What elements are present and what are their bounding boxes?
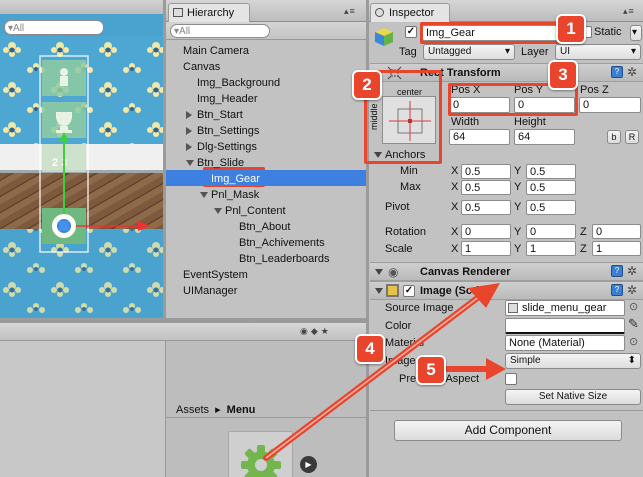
hierarchy-item[interactable]: Main Camera <box>183 44 249 58</box>
collapsed-arrow-icon[interactable] <box>186 111 192 119</box>
hierarchy-item[interactable]: Canvas <box>183 60 220 74</box>
hierarchy-item[interactable]: Img_Gear <box>211 172 260 186</box>
hierarchy-item[interactable]: Img_Background <box>197 76 280 90</box>
hierarchy-item[interactable]: Pnl_Mask <box>211 188 259 202</box>
collapsed-arrow-icon[interactable] <box>186 127 192 135</box>
collapsed-arrow-icon[interactable] <box>186 143 192 151</box>
hierarchy-item[interactable]: Btn_About <box>239 220 290 234</box>
hierarchy-item[interactable]: Btn_Slide <box>197 156 244 170</box>
expanded-arrow-icon[interactable] <box>200 192 208 198</box>
callout-badge-5: 5 <box>416 355 446 385</box>
hierarchy-item[interactable]: EventSystem <box>183 268 248 282</box>
callout-badge-4: 4 <box>355 334 385 364</box>
hierarchy-item[interactable]: UIManager <box>183 284 237 298</box>
callout-badge-2: 2 <box>352 70 382 100</box>
expanded-arrow-icon[interactable] <box>186 160 194 166</box>
hierarchy-item[interactable]: Btn_Achivements <box>239 236 325 250</box>
expanded-arrow-icon[interactable] <box>214 208 222 214</box>
selection-highlight <box>166 170 366 186</box>
hierarchy-item[interactable]: Dlg-Settings <box>197 140 257 154</box>
hierarchy-item[interactable]: Btn_Settings <box>197 124 259 138</box>
hierarchy-item[interactable]: Btn_Start <box>197 108 243 122</box>
hierarchy-item[interactable]: Pnl_Content <box>225 204 286 218</box>
hierarchy-item[interactable]: Btn_Leaderboards <box>239 252 330 266</box>
callout-badge-1: 1 <box>556 14 586 44</box>
callout-badge-3: 3 <box>548 60 578 90</box>
hierarchy-item[interactable]: Img_Header <box>197 92 258 106</box>
